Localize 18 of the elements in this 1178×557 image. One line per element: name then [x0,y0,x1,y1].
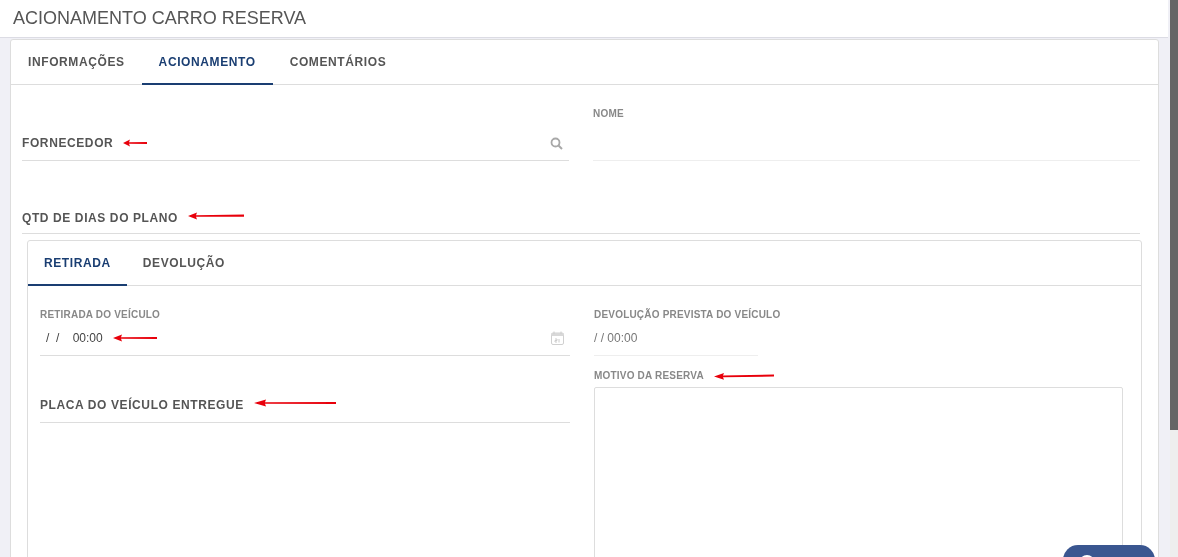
page-title: ACIONAMENTO CARRO RESERVA [13,8,307,28]
date-field[interactable]: / / 00:00 [40,320,570,356]
field-label: QTD DE DIAS DO PLANO [22,212,178,224]
search-icon[interactable] [550,136,563,150]
field-label: NOME [593,108,625,119]
date-field[interactable]: / / 00:00 [594,320,758,356]
field-label: RETIRADA DO VEÍCULO [40,309,162,320]
field-label: DEVOLUÇÃO PREVISTA DO VEÍCULO [594,309,782,320]
tab[interactable]: DEVOLUÇÃO [126,241,241,286]
tab[interactable]: COMENTÁRIOS [272,40,404,85]
field-label: MOTIVO DA RESERVA [594,370,704,381]
tab[interactable]: ACIONAMENTO [141,40,273,85]
field-label: FORNECEDOR [22,136,114,150]
calendar-icon[interactable] [551,330,564,345]
scrollbar[interactable] [1170,0,1178,557]
field-label: PLACA DO VEÍCULO ENTREGUE [40,399,244,411]
tab[interactable]: RETIRADA [28,241,127,286]
tab[interactable]: INFORMAÇÕES [11,40,142,85]
